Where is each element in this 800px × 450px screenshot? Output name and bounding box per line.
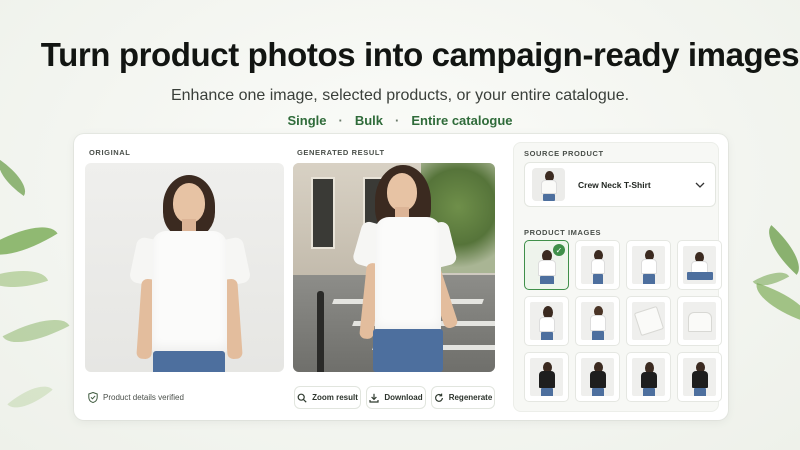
product-image-thumb[interactable] bbox=[575, 240, 620, 290]
mode-separator: · bbox=[395, 113, 400, 128]
source-product-name: Crew Neck T-Shirt bbox=[578, 179, 651, 190]
product-image-thumb[interactable] bbox=[626, 352, 671, 402]
product-image-thumb[interactable] bbox=[626, 240, 671, 290]
product-images-grid: ✓ bbox=[524, 240, 722, 402]
zoom-result-label: Zoom result bbox=[312, 393, 358, 402]
product-image-thumb[interactable] bbox=[524, 352, 569, 402]
mode-links: Single · Bulk · Entire catalogue bbox=[0, 113, 800, 128]
check-icon: ✓ bbox=[553, 244, 565, 256]
product-image-thumb[interactable] bbox=[524, 296, 569, 346]
download-icon bbox=[369, 393, 379, 403]
product-images-label: PRODUCT IMAGES bbox=[524, 228, 602, 237]
product-image-thumb[interactable] bbox=[575, 296, 620, 346]
hero-subtitle: Enhance one image, selected products, or… bbox=[170, 87, 630, 104]
verified-status: Product details verified bbox=[88, 392, 184, 403]
product-image-thumb[interactable] bbox=[575, 352, 620, 402]
refresh-icon bbox=[434, 393, 443, 402]
source-product-thumbnail bbox=[532, 168, 565, 201]
product-image-thumb[interactable]: ✓ bbox=[524, 240, 569, 290]
mode-separator: · bbox=[338, 113, 343, 128]
zoom-result-button[interactable]: Zoom result bbox=[294, 386, 361, 409]
search-icon bbox=[297, 393, 307, 403]
regenerate-button[interactable]: Regenerate bbox=[431, 386, 495, 409]
chevron-down-icon bbox=[695, 182, 705, 188]
mode-single[interactable]: Single bbox=[287, 113, 326, 128]
generated-label: GENERATED RESULT bbox=[297, 148, 385, 157]
shield-check-icon bbox=[88, 392, 98, 403]
download-label: Download bbox=[384, 393, 423, 402]
mode-bulk[interactable]: Bulk bbox=[355, 113, 383, 128]
original-image bbox=[85, 163, 284, 372]
source-product-select[interactable]: Crew Neck T-Shirt bbox=[524, 162, 716, 207]
hero-title: Turn product photos into campaign-ready … bbox=[40, 36, 800, 73]
source-product-label: SOURCE PRODUCT bbox=[524, 149, 604, 158]
original-label: ORIGINAL bbox=[89, 148, 131, 157]
mode-entire-catalogue[interactable]: Entire catalogue bbox=[411, 113, 512, 128]
editor-panel: ORIGINAL GENERATED RESULT Product detail… bbox=[74, 134, 728, 420]
download-button[interactable]: Download bbox=[366, 386, 426, 409]
product-image-thumb[interactable] bbox=[677, 240, 722, 290]
verified-text: Product details verified bbox=[103, 393, 184, 402]
product-sidebar: SOURCE PRODUCT Crew Neck T-Shirt PRODUCT… bbox=[513, 142, 722, 412]
product-image-thumb[interactable] bbox=[626, 296, 671, 346]
generated-image bbox=[293, 163, 495, 372]
product-image-thumb[interactable] bbox=[677, 352, 722, 402]
regenerate-label: Regenerate bbox=[448, 393, 493, 402]
product-image-thumb[interactable] bbox=[677, 296, 722, 346]
